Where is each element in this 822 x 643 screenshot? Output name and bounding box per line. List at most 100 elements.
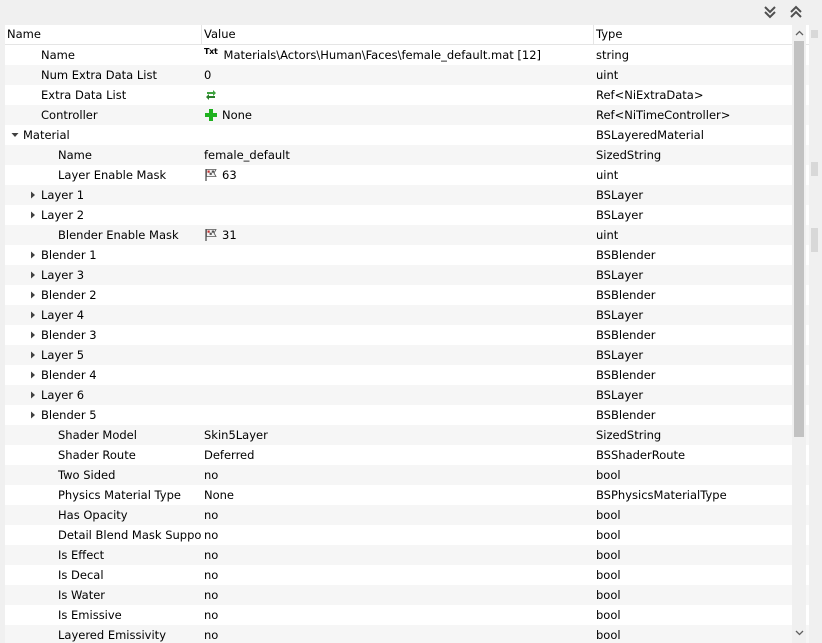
- expand-arrow-closed-icon[interactable]: [27, 325, 39, 345]
- tree-row[interactable]: Blender 2 BSBlender: [5, 285, 809, 305]
- field-value[interactable]: female_default: [204, 145, 290, 165]
- value-cell[interactable]: Txt Materials\Actors\Human\Faces\female_d…: [202, 45, 594, 65]
- field-value[interactable]: 0: [204, 65, 211, 85]
- tree-row[interactable]: Blender 3 BSBlender: [5, 325, 809, 345]
- value-cell[interactable]: no: [202, 505, 594, 525]
- value-cell[interactable]: [202, 285, 594, 305]
- vertical-scrollbar[interactable]: [792, 25, 806, 643]
- tree-row[interactable]: Name Txt Materials\Actors\Human\Faces\fema…: [5, 45, 809, 65]
- tree-row[interactable]: Physics Material Type None BSPhysicsMateri…: [5, 485, 809, 505]
- expand-arrow-closed-icon[interactable]: [27, 205, 39, 225]
- tree-row[interactable]: Blender 5 BSBlender: [5, 405, 809, 425]
- value-cell[interactable]: [202, 345, 594, 365]
- plus-icon[interactable]: [204, 108, 218, 122]
- value-cell[interactable]: no: [202, 625, 594, 643]
- field-value[interactable]: no: [204, 525, 218, 545]
- expand-arrow-closed-icon[interactable]: [27, 285, 39, 305]
- tree-row[interactable]: Detail Blend Mask Support...no bool: [5, 525, 809, 545]
- value-cell[interactable]: 31: [202, 225, 594, 245]
- value-cell[interactable]: 63: [202, 165, 594, 185]
- column-header-value[interactable]: Value: [202, 25, 594, 44]
- tree-row[interactable]: Blender Enable Mask 31 uint: [5, 225, 809, 245]
- expand-arrow-closed-icon[interactable]: [27, 345, 39, 365]
- field-value[interactable]: Skin5Layer: [204, 425, 268, 445]
- column-header-name[interactable]: Name: [5, 25, 201, 44]
- tree-row[interactable]: Layer 1 BSLayer: [5, 185, 809, 205]
- value-cell[interactable]: [202, 245, 594, 265]
- scroll-thumb[interactable]: [794, 41, 804, 437]
- tree-row[interactable]: Layered Emissivity no bool: [5, 625, 809, 643]
- tree-row[interactable]: Extra Data List Ref<NiExtraData>: [5, 85, 809, 105]
- expand-arrow-closed-icon[interactable]: [27, 305, 39, 325]
- value-cell[interactable]: no: [202, 605, 594, 625]
- tree-row[interactable]: Blender 4 BSBlender: [5, 365, 809, 385]
- field-value[interactable]: None: [204, 485, 234, 505]
- scroll-down-button[interactable]: [792, 626, 806, 640]
- expand-arrow-closed-icon[interactable]: [27, 405, 39, 425]
- tree-row[interactable]: Has Opacity no bool: [5, 505, 809, 525]
- tree-row[interactable]: Name female_default SizedString: [5, 145, 809, 165]
- value-cell[interactable]: 0: [202, 65, 594, 85]
- field-value[interactable]: no: [204, 565, 218, 585]
- tree-row[interactable]: Layer Enable Mask 63 uint: [5, 165, 809, 185]
- tree-row[interactable]: Num Extra Data List 0 uint: [5, 65, 809, 85]
- field-value[interactable]: no: [204, 585, 218, 605]
- field-value[interactable]: no: [204, 625, 218, 643]
- value-cell[interactable]: [202, 205, 594, 225]
- tree-row[interactable]: Material BSLayeredMaterial: [5, 125, 809, 145]
- field-value[interactable]: no: [204, 545, 218, 565]
- field-value[interactable]: no: [204, 465, 218, 485]
- value-cell[interactable]: female_default: [202, 145, 594, 165]
- collapse-all-button[interactable]: [761, 3, 779, 21]
- field-value[interactable]: no: [204, 605, 218, 625]
- value-cell[interactable]: no: [202, 565, 594, 585]
- property-tree[interactable]: Name Value Type Name Txt Materials\Actors\…: [5, 25, 809, 643]
- column-header-type[interactable]: Type: [594, 25, 794, 44]
- tree-row[interactable]: Controller None Ref<NiTimeController>: [5, 105, 809, 125]
- tree-row[interactable]: Shader Model Skin5Layer SizedString: [5, 425, 809, 445]
- tree-row[interactable]: Is Water no bool: [5, 585, 809, 605]
- value-cell[interactable]: [202, 385, 594, 405]
- tree-row[interactable]: Layer 6 BSLayer: [5, 385, 809, 405]
- tree-row[interactable]: Is Decal no bool: [5, 565, 809, 585]
- expand-all-button[interactable]: [787, 3, 805, 21]
- value-cell[interactable]: None: [202, 485, 594, 505]
- value-cell[interactable]: no: [202, 585, 594, 605]
- tree-row[interactable]: Layer 5 BSLayer: [5, 345, 809, 365]
- field-value[interactable]: Materials\Actors\Human\Faces\female_defa…: [224, 45, 541, 65]
- expand-arrow-closed-icon[interactable]: [27, 185, 39, 205]
- expand-arrow-closed-icon[interactable]: [27, 385, 39, 405]
- field-value[interactable]: 31: [222, 225, 237, 245]
- tree-row[interactable]: Is Effect no bool: [5, 545, 809, 565]
- field-value[interactable]: no: [204, 505, 218, 525]
- tree-row[interactable]: Shader Route Deferred BSShaderRoute: [5, 445, 809, 465]
- value-cell[interactable]: [202, 305, 594, 325]
- value-cell[interactable]: Skin5Layer: [202, 425, 594, 445]
- expand-arrow-closed-icon[interactable]: [27, 265, 39, 285]
- value-cell[interactable]: [202, 125, 594, 145]
- value-cell[interactable]: [202, 185, 594, 205]
- expand-arrow-open-icon[interactable]: [9, 125, 21, 145]
- value-cell[interactable]: Deferred: [202, 445, 594, 465]
- value-cell[interactable]: [202, 325, 594, 345]
- tree-row[interactable]: Layer 2 BSLayer: [5, 205, 809, 225]
- tree-row[interactable]: Blender 1 BSBlender: [5, 245, 809, 265]
- value-cell[interactable]: [202, 85, 594, 105]
- value-cell[interactable]: [202, 365, 594, 385]
- expand-arrow-closed-icon[interactable]: [27, 365, 39, 385]
- value-cell[interactable]: None: [202, 105, 594, 125]
- value-cell[interactable]: no: [202, 465, 594, 485]
- tree-row[interactable]: Two Sided no bool: [5, 465, 809, 485]
- tree-row[interactable]: Is Emissive no bool: [5, 605, 809, 625]
- value-cell[interactable]: no: [202, 525, 594, 545]
- tree-row[interactable]: Layer 4 BSLayer: [5, 305, 809, 325]
- field-value[interactable]: 63: [222, 165, 237, 185]
- scroll-up-button[interactable]: [792, 26, 806, 40]
- field-value[interactable]: None: [222, 105, 252, 125]
- expand-arrow-closed-icon[interactable]: [27, 245, 39, 265]
- tree-row[interactable]: Layer 3 BSLayer: [5, 265, 809, 285]
- value-cell[interactable]: [202, 405, 594, 425]
- value-cell[interactable]: no: [202, 545, 594, 565]
- field-value[interactable]: Deferred: [204, 445, 254, 465]
- value-cell[interactable]: [202, 265, 594, 285]
